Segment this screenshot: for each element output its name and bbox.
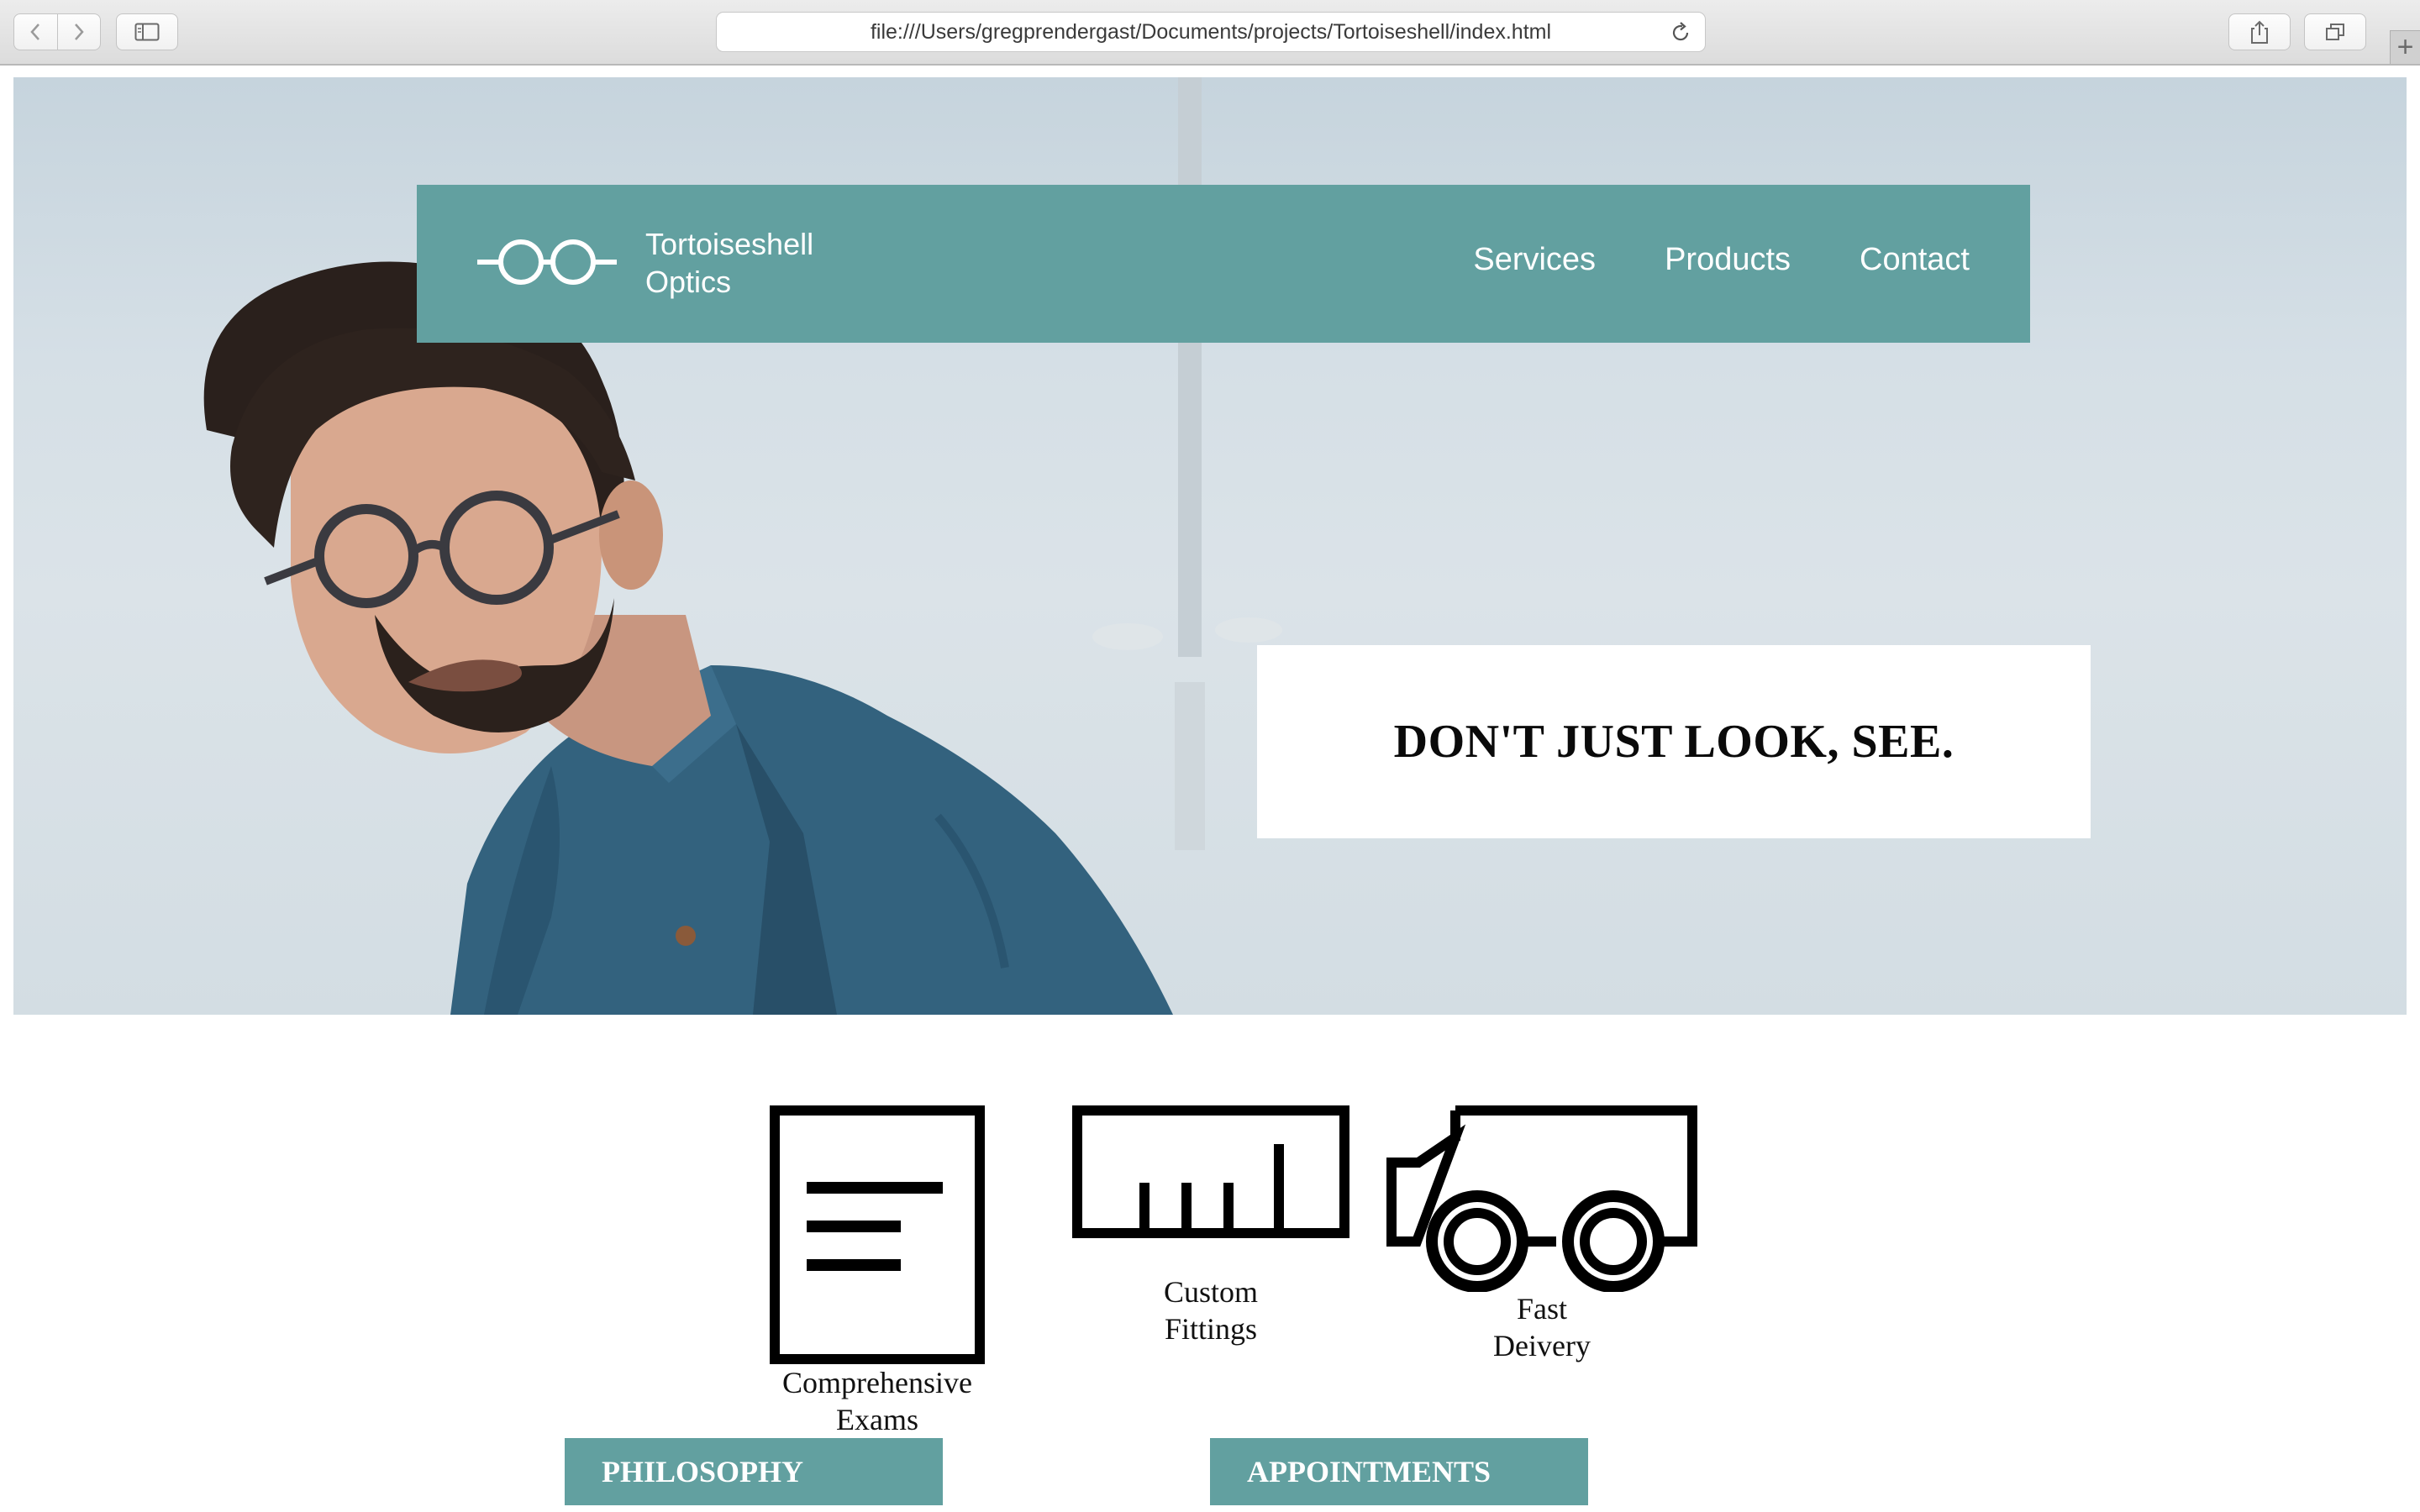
share-icon bbox=[2251, 20, 2268, 44]
service-delivery-line-2: Deivery bbox=[1493, 1329, 1591, 1362]
tabs-icon bbox=[2326, 24, 2344, 40]
hero-section: Tortoiseshell Optics Services Products C… bbox=[13, 77, 2407, 1015]
chevron-left-icon bbox=[30, 24, 40, 40]
service-label-delivery: Fast Deivery bbox=[1424, 1290, 1660, 1364]
truck-icon bbox=[1386, 1105, 1697, 1292]
service-exams-line-1: Comprehensive bbox=[782, 1366, 972, 1399]
plus-icon: + bbox=[2396, 31, 2414, 63]
glasses-logo-icon bbox=[477, 239, 617, 285]
service-fittings-line-2: Fittings bbox=[1164, 1312, 1258, 1346]
service-fittings-line-1: Custom bbox=[1163, 1275, 1259, 1309]
tagline-text: DON'T JUST LOOK, SEE. bbox=[1393, 716, 1954, 768]
tagline-box: DON'T JUST LOOK, SEE. bbox=[1257, 645, 2091, 838]
address-bar[interactable]: file:///Users/gregprendergast/Documents/… bbox=[716, 12, 1706, 52]
service-label-exams: Comprehensive Exams bbox=[760, 1364, 995, 1438]
forward-button[interactable] bbox=[56, 14, 101, 50]
service-delivery-line-1: Fast bbox=[1516, 1292, 1567, 1326]
logo-line-2: Optics bbox=[645, 265, 732, 299]
site-header: Tortoiseshell Optics Services Products C… bbox=[417, 185, 2030, 343]
url-text: file:///Users/gregprendergast/Documents/… bbox=[870, 19, 1552, 44]
browser-toolbar: file:///Users/gregprendergast/Documents/… bbox=[0, 0, 2420, 66]
nav-link-contact[interactable]: Contact bbox=[1860, 242, 1970, 278]
ruler-icon bbox=[1072, 1105, 1349, 1238]
site-logo-text[interactable]: Tortoiseshell Optics bbox=[645, 225, 813, 301]
tabs-overview-button[interactable] bbox=[2304, 13, 2366, 50]
new-tab-button[interactable]: + bbox=[2390, 30, 2420, 64]
nav-link-products[interactable]: Products bbox=[1665, 242, 1791, 278]
sidebar-button[interactable] bbox=[116, 13, 178, 50]
share-button[interactable] bbox=[2228, 13, 2291, 50]
main-nav: Services Products Contact bbox=[1473, 242, 1970, 278]
sidebar-icon bbox=[134, 23, 160, 41]
reload-icon[interactable] bbox=[1670, 21, 1691, 45]
back-button[interactable] bbox=[14, 14, 57, 50]
service-label-fittings: Custom Fittings bbox=[1093, 1273, 1328, 1347]
document-icon bbox=[770, 1105, 985, 1364]
philosophy-button[interactable]: PHILOSOPHY bbox=[565, 1438, 943, 1505]
history-nav bbox=[13, 13, 101, 50]
service-exams-line-2: Exams bbox=[836, 1403, 918, 1436]
chevron-right-icon bbox=[74, 24, 84, 40]
appointments-button[interactable]: APPOINTMENTS bbox=[1210, 1438, 1588, 1505]
logo-line-1: Tortoiseshell bbox=[645, 227, 814, 261]
nav-link-services[interactable]: Services bbox=[1473, 242, 1596, 278]
